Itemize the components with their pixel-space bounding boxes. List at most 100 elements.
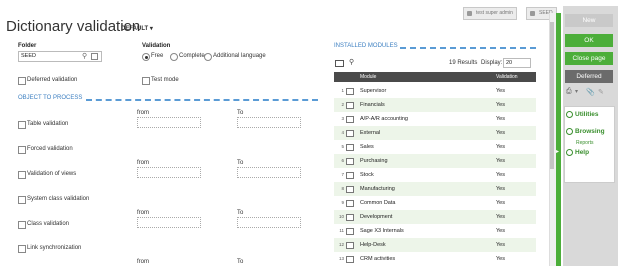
module-name: Purchasing: [360, 158, 388, 164]
display-count-input[interactable]: 20: [503, 58, 531, 68]
row-menu-icon[interactable]: [346, 186, 354, 193]
row-menu-icon[interactable]: [346, 102, 354, 109]
class-validation-checkbox[interactable]: [18, 221, 26, 229]
folder-input[interactable]: SEED: [18, 51, 102, 62]
system-class-label: System class validation: [27, 196, 90, 202]
user-button-label: test super admin: [476, 10, 513, 16]
row-menu-icon[interactable]: [346, 144, 354, 151]
module-name: CRM activities: [360, 256, 396, 262]
user-button[interactable]: test super admin: [463, 7, 517, 20]
views-to-field[interactable]: [237, 167, 301, 178]
results-count: 19 Results: [449, 60, 478, 66]
col-validation-header[interactable]: Validation: [496, 72, 518, 82]
table-row[interactable]: 4 External Yes: [334, 126, 536, 140]
class-from-field[interactable]: [137, 217, 201, 228]
table-row[interactable]: 13 CRM activities Yes: [334, 252, 536, 266]
table-validation-checkbox[interactable]: [18, 121, 26, 129]
row-number: 8: [341, 186, 344, 191]
table-row[interactable]: 10 Development Yes: [334, 210, 536, 224]
attachment-icon[interactable]: 📎: [586, 88, 595, 96]
comment-icon[interactable]: ✎: [598, 88, 604, 96]
table-row[interactable]: 12 Help-Desk Yes: [334, 238, 536, 252]
radio-complete-label: Complete: [179, 53, 205, 59]
table-row[interactable]: 6 Purchasing Yes: [334, 154, 536, 168]
radio-additional-language[interactable]: [204, 53, 212, 61]
row-menu-icon[interactable]: [346, 116, 354, 123]
table-row[interactable]: 1 Supervisor Yes: [334, 84, 536, 98]
table-from-field[interactable]: [137, 117, 201, 128]
table-row[interactable]: 5 Sales Yes: [334, 140, 536, 154]
deferred-button[interactable]: Deferred: [565, 70, 613, 83]
col-module-header[interactable]: Module: [360, 72, 376, 82]
radio-complete[interactable]: [170, 53, 178, 61]
row-number: 5: [341, 144, 344, 149]
row-number: 13: [338, 256, 344, 261]
deferred-validation-checkbox[interactable]: [18, 77, 26, 85]
utilities-link[interactable]: Utilities: [566, 111, 598, 118]
radio-free[interactable]: [142, 53, 150, 61]
panel-toggle-bar[interactable]: [556, 13, 561, 266]
module-name: A/P-A/R accounting: [360, 116, 408, 122]
table-row[interactable]: 11 Sage X3 Internals Yes: [334, 224, 536, 238]
table-row[interactable]: 3 A/P-A/R accounting Yes: [334, 112, 536, 126]
search-icon[interactable]: ⚲: [82, 52, 87, 60]
help-link[interactable]: Help: [566, 149, 589, 156]
table-validation-label: Table validation: [27, 121, 69, 127]
class-to-field[interactable]: [237, 217, 301, 228]
views-validation-checkbox[interactable]: [18, 171, 26, 179]
row-menu-icon[interactable]: [346, 214, 354, 221]
chevron-right-icon[interactable]: ▸: [556, 148, 559, 155]
reports-link[interactable]: Reports: [576, 140, 594, 146]
table-row[interactable]: 2 Financials Yes: [334, 98, 536, 112]
row-number: 10: [338, 214, 344, 219]
module-name: Common Data: [360, 200, 396, 206]
table-to-field[interactable]: [237, 117, 301, 128]
module-name: Sage X3 Internals: [360, 228, 404, 234]
default-dropdown[interactable]: DEFAULT ▾: [121, 25, 153, 32]
plus-icon: [566, 149, 573, 156]
link-sync-checkbox[interactable]: [18, 245, 26, 253]
browsing-link[interactable]: Browsing: [566, 128, 605, 135]
row-menu-icon[interactable]: [346, 88, 354, 95]
row-menu-icon[interactable]: [346, 200, 354, 207]
system-class-checkbox[interactable]: [18, 196, 26, 204]
folder-label: Folder: [18, 43, 37, 49]
module-name: External: [360, 130, 381, 136]
to-label: To: [237, 160, 244, 166]
row-number: 11: [339, 228, 344, 233]
validation-value: Yes: [496, 186, 505, 192]
module-name: Financials: [360, 102, 385, 108]
views-validation-label: Validation of views: [27, 171, 77, 177]
ok-button[interactable]: OK: [565, 34, 613, 47]
close-page-button[interactable]: Close page: [565, 52, 613, 65]
row-menu-icon[interactable]: [346, 130, 354, 137]
chevron-down-icon[interactable]: ▾: [575, 88, 578, 95]
from-label: from: [137, 210, 149, 216]
row-menu-icon[interactable]: [346, 172, 354, 179]
new-button[interactable]: New: [565, 14, 613, 27]
validation-value: Yes: [496, 144, 505, 150]
views-from-field[interactable]: [137, 167, 201, 178]
table-row[interactable]: 7 Stock Yes: [334, 168, 536, 182]
row-menu-icon[interactable]: [346, 158, 354, 165]
search-icon[interactable]: ⚲: [349, 58, 354, 66]
from-label: from: [137, 259, 149, 265]
module-name: Stock: [360, 172, 374, 178]
row-menu-icon[interactable]: [346, 228, 354, 235]
printer-icon[interactable]: ⎙: [566, 88, 572, 96]
from-label: from: [137, 110, 149, 116]
table-row[interactable]: 9 Common Data Yes: [334, 196, 536, 210]
validation-value: Yes: [496, 130, 505, 136]
scrollbar-thumb[interactable]: [550, 22, 554, 169]
select-icon[interactable]: [91, 53, 98, 60]
row-number: 1: [341, 88, 344, 93]
row-menu-icon[interactable]: [346, 256, 354, 263]
validation-value: Yes: [496, 102, 505, 108]
row-menu-icon[interactable]: [346, 242, 354, 249]
table-row[interactable]: 8 Manufacturing Yes: [334, 182, 536, 196]
validation-value: Yes: [496, 214, 505, 220]
user-icon: [467, 11, 472, 16]
grid-menu-icon[interactable]: [335, 60, 344, 67]
forced-validation-checkbox[interactable]: [18, 146, 26, 154]
test-mode-checkbox[interactable]: [142, 77, 150, 85]
